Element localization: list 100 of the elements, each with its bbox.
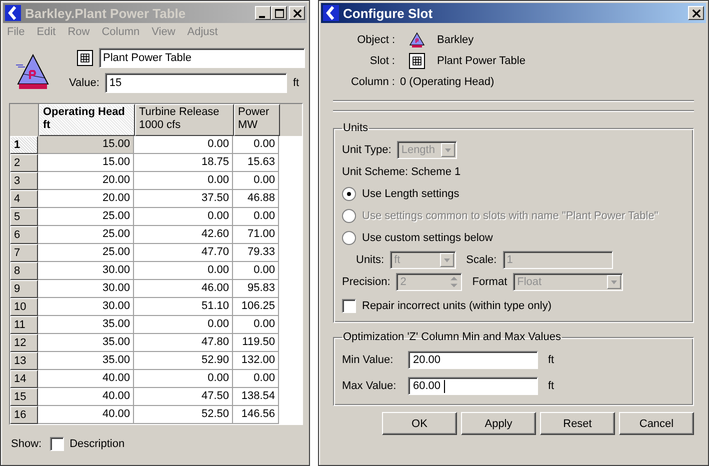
table-cell: 0.00: [134, 208, 233, 226]
maximize-icon: [274, 8, 284, 18]
info-label: Column :: [350, 76, 395, 88]
row-header[interactable]: 1: [10, 136, 38, 154]
table-cell: 30.00: [38, 298, 134, 316]
table-cell: 42.60: [134, 226, 233, 244]
table-cell: 119.50: [233, 334, 279, 352]
table-icon: [409, 52, 425, 68]
app-icon: [5, 5, 21, 21]
row-header[interactable]: 7: [10, 244, 38, 262]
close-icon: [692, 8, 700, 18]
table-cell: 20.00: [38, 172, 134, 190]
table-cell: 79.33: [233, 244, 279, 262]
info-value: 0 (Operating Head): [400, 76, 494, 88]
info-value: Plant Power Table: [437, 54, 526, 66]
value-field[interactable]: 20.00: [408, 351, 538, 369]
row-header[interactable]: 13: [10, 352, 38, 370]
plant-icon: [409, 32, 425, 48]
minimize-button[interactable]: [255, 6, 271, 20]
table-cell: 46.88: [233, 190, 279, 208]
dialog-button[interactable]: Cancel: [619, 412, 694, 435]
radio-option[interactable]: Use custom settings below: [342, 228, 685, 248]
row-header[interactable]: 4: [10, 190, 38, 208]
show-label: Show:: [11, 438, 42, 450]
table-icon: [77, 50, 93, 66]
table-cell: 47.70: [134, 244, 233, 262]
row-header[interactable]: 5: [10, 208, 38, 226]
row-header[interactable]: 10: [10, 298, 38, 316]
slot-name-field[interactable]: Plant Power Table: [99, 48, 305, 68]
row-header[interactable]: 3: [10, 172, 38, 190]
window-title: Configure Slot: [343, 6, 434, 20]
row-header[interactable]: 16: [10, 406, 38, 424]
table-cell: 0.00: [134, 316, 233, 334]
row-header[interactable]: 8: [10, 262, 38, 280]
table-cell: 0.00: [134, 172, 233, 190]
table-cell: 25.00: [38, 244, 134, 262]
info-label: Object :: [356, 34, 395, 46]
close-button[interactable]: [688, 6, 704, 20]
row-header[interactable]: 15: [10, 388, 38, 406]
table-cell: 0.00: [233, 136, 279, 154]
row-header[interactable]: 14: [10, 370, 38, 388]
table-cell: 0.00: [134, 370, 233, 388]
table-cell: 0.00: [233, 262, 279, 280]
table-cell: 30.00: [38, 262, 134, 280]
value-label: Value:: [69, 76, 100, 89]
minimize-icon: [259, 16, 265, 18]
table-cell: 35.00: [38, 352, 134, 370]
row-header[interactable]: 11: [10, 316, 38, 334]
table-cell: 40.00: [38, 370, 134, 388]
group-legend: Units: [342, 122, 370, 134]
row-header[interactable]: 6: [10, 226, 38, 244]
description-checkbox[interactable]: Description: [50, 437, 125, 451]
app-icon: [323, 5, 339, 21]
table-cell: 40.00: [38, 406, 134, 424]
value-field[interactable]: 15: [105, 72, 287, 93]
table-cell: 0.00: [134, 136, 233, 154]
caret-icon: [607, 275, 622, 289]
table-cell: 51.10: [134, 298, 233, 316]
row-header[interactable]: 9: [10, 280, 38, 298]
maximize-button[interactable]: [271, 6, 287, 20]
radio-option[interactable]: Use Length settings: [342, 184, 685, 204]
unit-label: ft: [293, 76, 300, 89]
radio-button[interactable]: [342, 187, 356, 201]
table-cell: 0.00: [233, 316, 279, 334]
close-button[interactable]: [289, 6, 305, 20]
table-cell: 15.00: [38, 136, 134, 154]
row-header[interactable]: 12: [10, 334, 38, 352]
table-cell: 0.00: [134, 262, 233, 280]
table-cell: 95.83: [233, 280, 279, 298]
table-cell: 15.63: [233, 154, 279, 172]
dialog-button[interactable]: Reset: [540, 412, 615, 435]
value-field[interactable]: 60.00: [408, 377, 538, 395]
radio-button[interactable]: [342, 231, 356, 245]
table-cell: 46.00: [134, 280, 233, 298]
table-cell: 132.00: [233, 352, 279, 370]
repair-checkbox[interactable]: Repair incorrect units (within type only): [342, 296, 685, 316]
unit-type-label: Unit Type:: [342, 144, 392, 156]
unit-scheme-label: Unit Scheme: Scheme 1: [342, 166, 461, 178]
info-value: Barkley: [437, 34, 474, 46]
column-header[interactable]: Operating Head ft: [39, 104, 135, 136]
table-cell: 52.50: [134, 406, 233, 424]
precision-label: Precision:: [342, 276, 390, 288]
field-label: Max Value:: [342, 380, 398, 392]
dialog-button[interactable]: Apply: [461, 412, 536, 435]
table-cell: 0.00: [233, 172, 279, 190]
table-cell: 40.00: [38, 388, 134, 406]
units-label: Units:: [356, 254, 384, 266]
table-cell: 18.75: [134, 154, 233, 172]
group-legend: Optimization 'Z' Column Min and Max Values: [342, 331, 562, 343]
table-cell: 106.25: [233, 298, 279, 316]
dialog-button[interactable]: OK: [382, 412, 457, 435]
table-cell: 37.50: [134, 190, 233, 208]
close-icon: [292, 8, 302, 18]
column-header[interactable]: Turbine Release 1000 cfs: [135, 104, 234, 136]
table-cell: 146.56: [233, 406, 279, 424]
column-header[interactable]: Power MW: [234, 104, 280, 136]
table-cell: 35.00: [38, 334, 134, 352]
row-header[interactable]: 2: [10, 154, 38, 172]
table-cell: 15.00: [38, 154, 134, 172]
table-cell: 25.00: [38, 208, 134, 226]
